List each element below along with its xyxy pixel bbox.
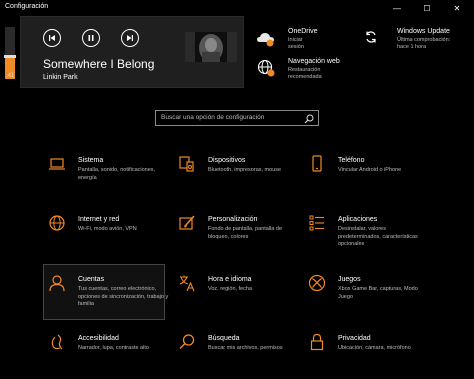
category-internet-y-red[interactable]: Internet y red Wi-Fi, modo avión, VPN [48, 215, 170, 250]
category-description: Buscar mis archivos, permisos [208, 345, 283, 351]
volume-slider[interactable] [4, 27, 16, 79]
web-browsing-title: Navegación web [288, 58, 340, 65]
category-name: Personalización [208, 216, 258, 223]
category-description: Wi-Fi, modo avión, VPN [78, 226, 137, 232]
category-name: Accesibilidad [78, 335, 119, 342]
devices-icon [179, 156, 194, 172]
category-telefono[interactable]: Teléfono Vincular Android o iPhone [308, 155, 430, 191]
previous-icon [49, 35, 55, 41]
cloud-icon [257, 33, 274, 47]
category-personalizacion[interactable]: Personalización Fondo de pantalla, panta… [178, 215, 300, 250]
title-bar: Configuración — ☐ ✕ [0, 0, 474, 16]
category-name: Juegos [338, 276, 361, 283]
pause-icon [88, 35, 94, 41]
onedrive-subtitle: Iniciar sesión [288, 37, 304, 50]
next-track-button[interactable] [121, 29, 139, 47]
search-icon [179, 334, 195, 350]
brush-icon [179, 215, 195, 230]
category-description: Vincular Android o iPhone [338, 167, 402, 173]
windows-update-subtitle: Última comprobación: hace 1 hora [397, 37, 451, 50]
category-description: Pantalla, sonido, notificaciones, energí… [78, 167, 156, 181]
category-name: Teléfono [338, 157, 365, 164]
category-description: Tus cuentas, correo electrónico, opcione… [78, 286, 169, 307]
category-description: Xbox Game Bar, capturas, Modo Juego [338, 286, 418, 300]
category-aplicaciones[interactable]: Aplicaciones Desinstalar, valores predet… [308, 215, 430, 250]
lock-icon [310, 333, 324, 351]
category-description: Voz, región, fecha [208, 286, 253, 292]
category-description: Ubicación, cámara, micrófono [338, 345, 411, 351]
phone-icon [312, 155, 322, 172]
category-privacidad[interactable]: Privacidad Ubicación, cámara, micrófono [308, 333, 430, 365]
web-browsing-subtitle: Restauración recomendada [288, 67, 322, 80]
category-name: Búsqueda [208, 335, 240, 342]
category-juegos[interactable]: Juegos Xbox Game Bar, capturas, Modo Jue… [308, 274, 430, 310]
person-icon [49, 275, 65, 292]
song-title: Somewhere I Belong [43, 57, 155, 71]
artist-name: Linkin Park [43, 74, 78, 81]
next-icon [127, 35, 133, 41]
minimize-button[interactable]: — [386, 0, 408, 16]
sync-icon [366, 31, 376, 43]
category-name: Hora e idioma [208, 276, 252, 283]
category-sistema[interactable]: Sistema Pantalla, sonido, notificaciones… [48, 157, 170, 191]
album-art [185, 32, 237, 62]
category-description: Bluetooth, impresoras, mouse [208, 167, 282, 173]
windows-update-title: Windows Update [397, 28, 450, 35]
category-hora-e-idioma[interactable]: Hora e idioma Voz, región, fecha [178, 275, 300, 310]
laptop-icon [49, 158, 65, 170]
category-accesibilidad[interactable]: Accesibilidad Narrador, lupa, contraste … [48, 334, 170, 365]
category-cuentas[interactable]: Cuentas Tus cuentas, correo electrónico,… [48, 275, 170, 316]
previous-track-button[interactable] [43, 29, 61, 47]
category-description: Fondo de pantalla, pantalla de bloqueo, … [208, 226, 283, 240]
volume-thumb[interactable] [4, 55, 16, 59]
globe-icon [257, 59, 275, 77]
globe-icon [49, 215, 65, 231]
media-player: Somewhere I Belong Linkin Park [20, 16, 244, 88]
pause-button[interactable] [82, 29, 100, 47]
apps-list-icon [309, 215, 324, 231]
window-title: Configuración [5, 3, 49, 10]
xbox-icon [308, 274, 326, 292]
category-name: Privacidad [338, 335, 371, 342]
close-button[interactable]: ✕ [446, 0, 468, 16]
category-busqueda[interactable]: Búsqueda Buscar mis archivos, permisos [178, 334, 300, 365]
time-language-icon [179, 275, 195, 292]
settings-search-box[interactable]: Buscar una opción de configuración [155, 110, 319, 126]
onedrive-title: OneDrive [288, 28, 318, 35]
maximize-button[interactable]: ☐ [416, 0, 438, 16]
category-dispositivos[interactable]: Dispositivos Bluetooth, impresoras, mous… [178, 156, 300, 191]
search-placeholder: Buscar una opción de configuración [161, 114, 265, 121]
category-name: Internet y red [78, 216, 120, 223]
accessibility-icon [51, 334, 63, 350]
volume-value: .41 [6, 73, 15, 79]
category-name: Cuentas [78, 276, 105, 283]
category-name: Sistema [78, 157, 104, 164]
category-description: Desinstalar, valores predeterminados, ca… [338, 226, 418, 247]
category-name: Dispositivos [208, 157, 246, 164]
search-icon[interactable] [304, 114, 314, 124]
category-name: Aplicaciones [338, 216, 378, 223]
category-description: Narrador, lupa, contraste alto [78, 345, 149, 351]
